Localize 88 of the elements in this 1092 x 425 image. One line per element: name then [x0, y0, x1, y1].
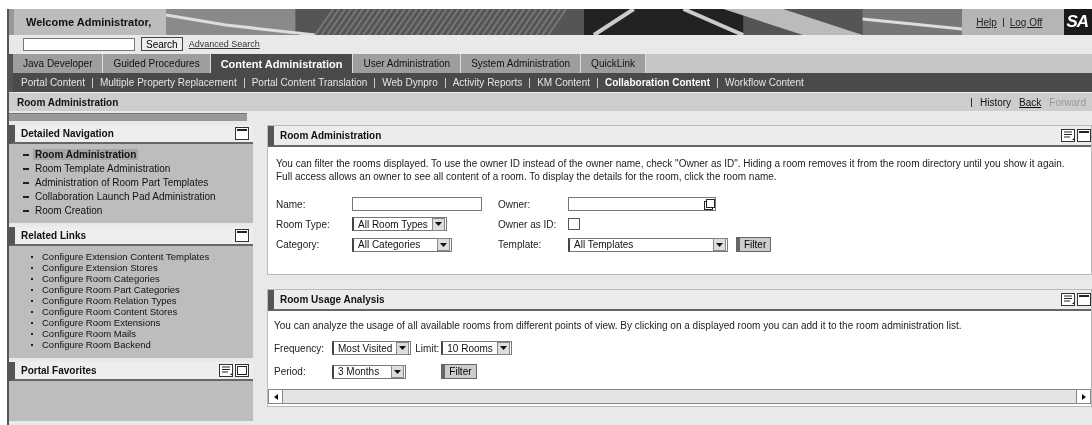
scroll-right-icon[interactable]	[1081, 393, 1086, 400]
caret-icon	[499, 346, 507, 350]
minimize-icon[interactable]	[235, 127, 249, 140]
owner-field[interactable]	[568, 197, 716, 211]
field-label: Room Type:	[276, 218, 331, 230]
nav-item[interactable]: Administration of Room Part Templates	[33, 177, 211, 188]
nav-item[interactable]: Room Administration	[33, 149, 139, 160]
nav-item[interactable]: Room Creation	[33, 205, 105, 216]
bullet	[23, 181, 29, 184]
dropdown[interactable]: 10 Rooms	[441, 341, 512, 355]
checkbox[interactable]	[568, 218, 580, 230]
field-label: Frequency:	[274, 342, 326, 354]
bullet	[23, 195, 29, 198]
field-label: Owner:	[498, 198, 532, 210]
filter-button[interactable]: Filter	[441, 364, 477, 379]
tab[interactable]: Java Developer	[13, 54, 104, 73]
options-icon[interactable]	[1061, 129, 1075, 142]
related-link[interactable]: Configure Room Extensions	[42, 317, 161, 328]
related-link[interactable]: Configure Extension Stores	[42, 262, 158, 273]
dropdown[interactable]: Most Visited	[332, 341, 412, 355]
subnav-link[interactable]: Multiple Property Replacement	[99, 77, 237, 88]
related-link[interactable]: Configure Room Categories	[42, 273, 160, 284]
field-label: Category:	[276, 239, 321, 250]
subnav-link[interactable]: Collaboration Content	[605, 77, 710, 88]
subnav-link[interactable]: Web Dynpro	[382, 77, 438, 88]
subnav-link[interactable]: Portal Content	[21, 77, 85, 88]
panel-title: Detailed Navigation	[21, 128, 114, 139]
tab[interactable]: User Administration	[353, 54, 462, 73]
related-link[interactable]: Configure Room Backend	[42, 339, 151, 350]
panel-title: Room Usage Analysis	[280, 294, 385, 305]
page-title: Room Administration	[17, 96, 119, 108]
caret-icon	[716, 242, 723, 247]
history-link[interactable]: Back	[1019, 96, 1042, 108]
field-label: Owner as ID:	[498, 218, 558, 230]
minimize-icon[interactable]	[1077, 293, 1091, 306]
field-label: Period:	[274, 366, 307, 377]
tab[interactable]: QuickLink	[581, 54, 646, 73]
advanced-search-link[interactable]: Advanced Search	[188, 39, 260, 49]
dropdown[interactable]: 3 Months	[332, 364, 406, 379]
tab[interactable]: Guided Procedures	[103, 54, 211, 73]
tab[interactable]: System Administration	[461, 54, 582, 73]
description: You can filter the rooms displayed. To use the owner ID instead of the owner name, check "Owner as ID". Hiding a room removes it from the room directory until you show it again. Full access allows an owner to see all content of a room. To display the details for the room, click the room name.	[276, 157, 1066, 183]
dropdown[interactable]: All Categories	[352, 237, 452, 252]
panel-title: Related Links	[21, 230, 87, 241]
subnav-link[interactable]: Workflow Content	[725, 77, 804, 88]
name-field[interactable]	[352, 197, 482, 211]
subnav-link[interactable]: Activity Reports	[452, 77, 523, 88]
related-link[interactable]: Configure Room Content Stores	[42, 306, 178, 317]
minimize-icon[interactable]	[1077, 129, 1091, 142]
search-button[interactable]: Search	[141, 37, 183, 51]
nav-item[interactable]: Collaboration Launch Pad Administration	[33, 191, 218, 202]
panel-title: Room Administration	[280, 130, 382, 141]
description: You can analyze the usage of all available rooms from different points of view. By clicking on a displayed room you can add it to the room administration list.	[274, 319, 963, 332]
header-link[interactable]: Help	[976, 16, 997, 28]
caret-icon	[434, 222, 442, 226]
field-label: Limit:	[415, 342, 438, 354]
field-label: Name:	[276, 198, 307, 210]
lookup-icon[interactable]	[704, 198, 715, 210]
caret-icon	[399, 346, 407, 350]
minimize-icon[interactable]	[235, 229, 249, 242]
filter-button[interactable]: Filter	[736, 237, 772, 252]
nav-item[interactable]: Room Template Administration	[33, 163, 173, 174]
options-icon[interactable]	[219, 364, 233, 377]
dropdown[interactable]: All Room Types	[352, 217, 447, 231]
subnav-link[interactable]: Portal Content Translation	[251, 77, 368, 88]
welcome-text: Welcome Administrator,	[9, 9, 166, 35]
maximize-icon[interactable]	[235, 364, 249, 377]
related-link[interactable]: Configure Room Part Categories	[42, 284, 180, 295]
field-label: Template:	[498, 239, 543, 250]
search-field[interactable]	[23, 37, 135, 51]
scroll-left-icon[interactable]	[273, 393, 278, 400]
horizontal-scrollbar[interactable]	[268, 389, 1091, 404]
related-link[interactable]: Configure Extension Content Templates	[42, 251, 210, 262]
bullet	[23, 153, 29, 156]
bullet	[23, 209, 29, 212]
history-link[interactable]: History	[979, 96, 1012, 108]
caret-icon	[440, 242, 447, 247]
options-icon[interactable]	[1061, 293, 1075, 306]
tab[interactable]: Content Administration	[210, 54, 354, 73]
dropdown[interactable]: All Templates	[568, 237, 728, 252]
subnav-link[interactable]: KM Content	[537, 77, 590, 88]
logo: SA	[1064, 9, 1092, 35]
related-link[interactable]: Configure Room Relation Types	[42, 295, 177, 306]
header-link[interactable]: Log Off	[1009, 16, 1043, 28]
bullet	[23, 167, 29, 170]
related-link[interactable]: Configure Room Mails	[42, 328, 136, 339]
caret-icon	[394, 369, 401, 374]
panel-title: Portal Favorites	[21, 365, 97, 376]
